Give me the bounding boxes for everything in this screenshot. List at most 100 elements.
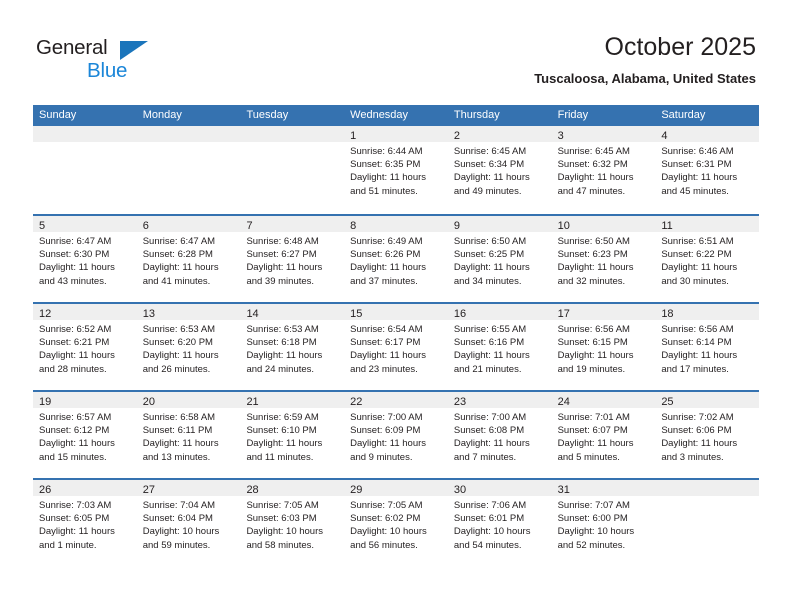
calendar-day-cell[interactable]: 25 Sunrise: 7:02 AM Sunset: 6:06 PM Dayligh… (655, 392, 760, 478)
calendar-day-cell[interactable]: 6 Sunrise: 6:47 AM Sunset: 6:28 PM Daylight… (136, 216, 241, 302)
general-blue-logo[interactable]: General Blue (36, 36, 176, 86)
calendar-day-cell[interactable]: 16 Sunrise: 6:55 AM Sunset: 6:16 PM Dayligh… (447, 304, 552, 390)
day-number-band: 12 (33, 304, 137, 320)
calendar-day-cell[interactable]: 1 Sunrise: 6:44 AM Sunset: 6:35 PM Daylight… (344, 126, 448, 214)
daylight-text-cont: and 21 minutes. (453, 363, 522, 375)
calendar-day-cell[interactable]: 4 Sunrise: 6:46 AM Sunset: 6:31 PM Daylight… (655, 126, 760, 214)
day-number: 22 (350, 396, 363, 408)
day-details: Sunrise: 6:44 AM Sunset: 6:35 PM Daylight:… (344, 142, 448, 198)
daylight-text: Daylight: 11 hours (661, 262, 738, 274)
sunset-text: Sunset: 6:31 PM (661, 159, 732, 171)
day-number-band: 10 (551, 216, 656, 232)
day-details: Sunrise: 6:45 AM Sunset: 6:32 PM Daylight:… (552, 142, 656, 198)
weekday-header-row: Sunday Monday Tuesday Wednesday Thursday… (33, 105, 759, 126)
calendar-day-cell[interactable]: 30 Sunrise: 7:06 AM Sunset: 6:01 PM Dayligh… (447, 480, 552, 566)
sunset-text: Sunset: 6:30 PM (39, 249, 110, 261)
calendar-day-cell[interactable]: 14 Sunrise: 6:53 AM Sunset: 6:18 PM Dayligh… (240, 304, 345, 390)
day-number: 18 (661, 308, 674, 320)
calendar-day-cell[interactable]: 10 Sunrise: 6:50 AM Sunset: 6:23 PM Dayligh… (551, 216, 656, 302)
sunset-text: Sunset: 6:10 PM (246, 425, 317, 437)
day-number: 24 (557, 396, 570, 408)
calendar-day-cell[interactable]: 13 Sunrise: 6:53 AM Sunset: 6:20 PM Dayligh… (136, 304, 241, 390)
day-number: 23 (453, 396, 467, 408)
calendar-day-cell[interactable]: 18 Sunrise: 6:56 AM Sunset: 6:14 PM Dayligh… (655, 304, 760, 390)
calendar-day-cell[interactable]: 24 Sunrise: 7:01 AM Sunset: 6:07 PM Dayligh… (551, 392, 656, 478)
day-details: Sunrise: 6:59 AM Sunset: 6:10 PM Daylight:… (240, 408, 344, 464)
day-number: 10 (557, 220, 570, 232)
day-number: 2 (453, 130, 460, 142)
sunrise-text: Sunrise: 7:02 AM (661, 412, 734, 423)
sunset-text: Sunset: 6:05 PM (39, 513, 110, 525)
daylight-text-cont: and 43 minutes. (39, 275, 107, 287)
daylight-text: Daylight: 10 hours (350, 526, 427, 538)
calendar-day-cell[interactable]: 15 Sunrise: 6:54 AM Sunset: 6:17 PM Dayligh… (344, 304, 448, 390)
page-subtitle: Tuscaloosa, Alabama, United States (534, 71, 756, 86)
calendar-week-row: 12 Sunrise: 6:52 AM Sunset: 6:21 PM Dayligh… (33, 302, 760, 390)
sunset-text: Sunset: 6:07 PM (557, 425, 628, 437)
sunrise-text: Sunrise: 7:05 AM (350, 500, 423, 511)
calendar-day-cell[interactable]: 3 Sunrise: 6:45 AM Sunset: 6:32 PM Daylight… (551, 126, 656, 214)
calendar-day-cell[interactable]: 23 Sunrise: 7:00 AM Sunset: 6:08 PM Dayligh… (447, 392, 552, 478)
page-title: October 2025 (604, 33, 757, 61)
daylight-text: Daylight: 11 hours (453, 172, 530, 184)
daylight-text: Daylight: 11 hours (246, 438, 323, 450)
daylight-text-cont: and 37 minutes. (350, 275, 418, 287)
sunset-text: Sunset: 6:14 PM (661, 337, 732, 349)
day-number: 27 (142, 484, 155, 496)
sunset-text: Sunset: 6:06 PM (661, 425, 732, 437)
day-details: Sunrise: 6:52 AM Sunset: 6:21 PM Daylight:… (33, 320, 137, 376)
daylight-text-cont: and 5 minutes. (557, 451, 620, 463)
calendar-day-cell[interactable]: 20 Sunrise: 6:58 AM Sunset: 6:11 PM Dayligh… (136, 392, 241, 478)
sunset-text: Sunset: 6:04 PM (142, 513, 213, 525)
daylight-text: Daylight: 11 hours (39, 438, 115, 450)
logo-text-general: General (36, 36, 108, 59)
calendar-day-cell[interactable]: 17 Sunrise: 6:56 AM Sunset: 6:15 PM Dayligh… (551, 304, 656, 390)
daylight-text-cont: and 39 minutes. (246, 275, 315, 287)
sunset-text: Sunset: 6:27 PM (246, 249, 317, 261)
calendar-day-cell[interactable]: 31 Sunrise: 7:07 AM Sunset: 6:00 PM Dayligh… (551, 480, 656, 566)
logo-text-blue: Blue (87, 59, 128, 82)
day-number-band: 4 (655, 126, 760, 142)
sunrise-text: Sunrise: 7:00 AM (453, 412, 527, 423)
sunrise-text: Sunrise: 6:59 AM (246, 412, 319, 423)
sunrise-text: Sunrise: 7:04 AM (142, 500, 216, 511)
calendar-day-cell[interactable]: 27 Sunrise: 7:04 AM Sunset: 6:04 PM Dayligh… (136, 480, 241, 566)
day-number: 20 (142, 396, 155, 408)
day-details: Sunrise: 6:48 AM Sunset: 6:27 PM Daylight:… (240, 232, 344, 288)
day-number-band (33, 126, 137, 142)
calendar-day-cell[interactable]: 22 Sunrise: 7:00 AM Sunset: 6:09 PM Dayligh… (344, 392, 448, 478)
sunrise-text: Sunrise: 6:55 AM (453, 324, 527, 335)
sunset-text: Sunset: 6:03 PM (246, 513, 317, 525)
daylight-text: Daylight: 11 hours (246, 262, 323, 274)
weekday-header-thursday: Thursday (453, 109, 500, 121)
calendar-day-cell[interactable]: 7 Sunrise: 6:48 AM Sunset: 6:27 PM Daylight… (240, 216, 345, 302)
calendar-day-cell[interactable]: 8 Sunrise: 6:49 AM Sunset: 6:26 PM Daylight… (344, 216, 448, 302)
daylight-text: Daylight: 10 hours (557, 526, 635, 538)
calendar-day-cell[interactable]: 9 Sunrise: 6:50 AM Sunset: 6:25 PM Daylight… (447, 216, 552, 302)
calendar-cell-empty (240, 126, 345, 214)
calendar-day-cell[interactable]: 12 Sunrise: 6:52 AM Sunset: 6:21 PM Dayligh… (33, 304, 137, 390)
daylight-text: Daylight: 10 hours (453, 526, 531, 538)
sunset-text: Sunset: 6:20 PM (142, 337, 213, 349)
sunset-text: Sunset: 6:11 PM (142, 425, 213, 437)
calendar-day-cell[interactable]: 26 Sunrise: 7:03 AM Sunset: 6:05 PM Dayligh… (33, 480, 137, 566)
daylight-text: Daylight: 11 hours (453, 350, 530, 362)
calendar-day-cell[interactable]: 29 Sunrise: 7:05 AM Sunset: 6:02 PM Dayligh… (344, 480, 448, 566)
calendar-day-cell[interactable]: 28 Sunrise: 7:05 AM Sunset: 6:03 PM Dayligh… (240, 480, 345, 566)
daylight-text: Daylight: 11 hours (557, 172, 634, 184)
calendar-cell-empty (655, 480, 760, 566)
daylight-text: Daylight: 10 hours (142, 526, 220, 538)
day-number: 1 (350, 130, 357, 142)
sunrise-text: Sunrise: 6:47 AM (142, 236, 216, 247)
day-number-band (240, 126, 345, 142)
calendar-day-cell[interactable]: 11 Sunrise: 6:51 AM Sunset: 6:22 PM Dayligh… (655, 216, 760, 302)
day-number-band: 15 (344, 304, 448, 320)
weekday-header-tuesday: Tuesday (246, 109, 289, 121)
day-number-band: 5 (33, 216, 137, 232)
calendar-day-cell[interactable]: 19 Sunrise: 6:57 AM Sunset: 6:12 PM Dayligh… (33, 392, 137, 478)
calendar-day-cell[interactable]: 21 Sunrise: 6:59 AM Sunset: 6:10 PM Dayligh… (240, 392, 345, 478)
calendar-day-cell[interactable]: 5 Sunrise: 6:47 AM Sunset: 6:30 PM Daylight… (33, 216, 137, 302)
day-number-band: 6 (136, 216, 241, 232)
calendar-day-cell[interactable]: 2 Sunrise: 6:45 AM Sunset: 6:34 PM Daylight… (447, 126, 552, 214)
daylight-text: Daylight: 11 hours (39, 262, 115, 274)
